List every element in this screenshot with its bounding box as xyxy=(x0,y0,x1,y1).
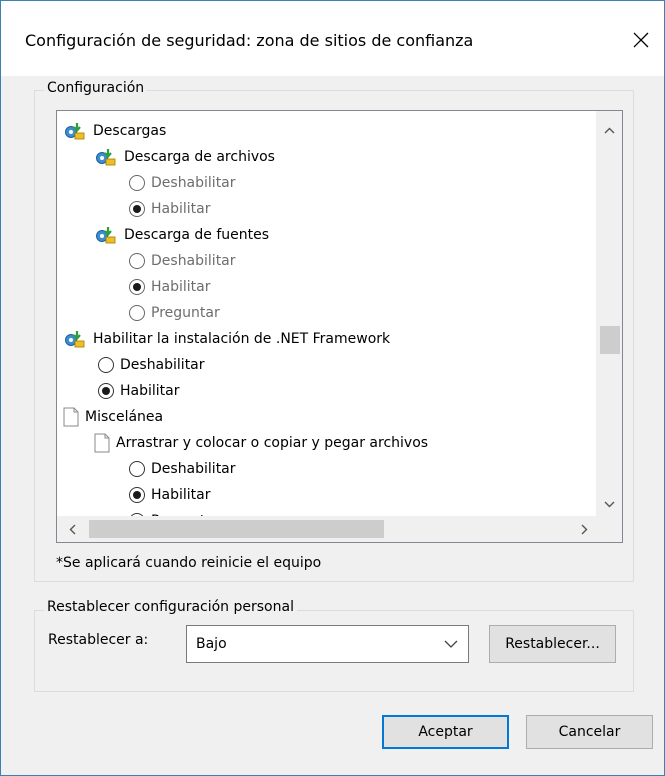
reset-button[interactable]: Restablecer... xyxy=(489,625,616,663)
radio-option[interactable]: Habilitar xyxy=(129,196,211,222)
radio-option[interactable]: Deshabilitar xyxy=(129,248,236,274)
tree-node: Descarga de archivos xyxy=(94,144,275,170)
radio-unchecked-icon[interactable] xyxy=(98,357,114,373)
tree-node-label: Deshabilitar xyxy=(120,357,205,373)
settings-list[interactable]: Descargas Descarga de archivos Deshabilita… xyxy=(56,110,623,543)
radio-checked-icon[interactable] xyxy=(129,201,145,217)
chevron-left-icon xyxy=(69,524,75,534)
close-button[interactable] xyxy=(618,19,664,61)
tree-node-label: Deshabilitar xyxy=(151,461,236,477)
horizontal-scroll-thumb[interactable] xyxy=(89,520,384,538)
radio-checked-icon[interactable] xyxy=(129,279,145,295)
cancel-button[interactable]: Cancelar xyxy=(526,715,653,749)
tree-node-label: Habilitar xyxy=(151,279,211,295)
vertical-scrollbar[interactable] xyxy=(596,111,622,517)
reset-to-label: Restablecer a: xyxy=(48,632,149,648)
tree-node-label: Habilitar la instalación de .NET Framewo… xyxy=(93,331,391,347)
tree-node-label: Arrastrar y colocar o copiar y pegar arc… xyxy=(116,435,429,451)
settings-gear-icon xyxy=(94,225,118,245)
close-icon xyxy=(633,32,649,48)
settings-group-legend: Configuración xyxy=(44,80,148,96)
tree-node-label: Preguntar xyxy=(151,305,220,321)
tree-node: Miscelánea xyxy=(63,404,163,430)
chevron-down-icon xyxy=(604,501,614,507)
radio-option[interactable]: Deshabilitar xyxy=(98,352,205,378)
radio-unchecked-icon[interactable] xyxy=(129,305,145,321)
tree-node-label: Descarga de archivos xyxy=(124,149,275,165)
tree-node: Arrastrar y colocar o copiar y pegar arc… xyxy=(94,430,428,456)
tree-node-label: Habilitar xyxy=(120,383,180,399)
radio-option[interactable]: Deshabilitar xyxy=(129,170,236,196)
page-icon xyxy=(94,433,110,453)
radio-unchecked-icon[interactable] xyxy=(129,461,145,477)
tree-node-label: Miscelánea xyxy=(85,409,164,425)
settings-tree: Descargas Descarga de archivos Deshabilita… xyxy=(57,111,597,517)
vertical-scroll-thumb[interactable] xyxy=(600,326,620,354)
horizontal-scrollbar[interactable] xyxy=(57,516,597,542)
tree-node-label: Deshabilitar xyxy=(151,175,236,191)
reset-group-legend: Restablecer configuración personal xyxy=(44,599,297,615)
tree-node-label: Habilitar xyxy=(151,201,211,217)
reset-level-value: Bajo xyxy=(196,636,227,652)
settings-gear-icon xyxy=(63,121,87,141)
scroll-up-arrow[interactable] xyxy=(596,117,622,143)
tree-node-label: Habilitar xyxy=(151,487,211,503)
radio-option[interactable]: Habilitar xyxy=(129,482,211,508)
chevron-up-icon xyxy=(604,127,614,133)
chevron-right-icon xyxy=(581,524,587,534)
radio-checked-icon[interactable] xyxy=(98,383,114,399)
radio-option[interactable]: Preguntar xyxy=(129,300,220,326)
radio-option[interactable]: Deshabilitar xyxy=(129,456,236,482)
restart-note: *Se aplicará cuando reinicie el equipo xyxy=(56,555,322,571)
settings-gear-icon xyxy=(94,147,118,167)
radio-unchecked-icon[interactable] xyxy=(129,253,145,269)
tree-node-label: Deshabilitar xyxy=(151,253,236,269)
reset-level-select[interactable]: Bajo xyxy=(186,625,469,663)
radio-checked-icon[interactable] xyxy=(129,487,145,503)
scroll-down-arrow[interactable] xyxy=(596,491,622,517)
radio-option[interactable]: Habilitar xyxy=(129,274,211,300)
settings-gear-icon xyxy=(63,329,87,349)
ok-button[interactable]: Aceptar xyxy=(382,715,509,749)
tree-node-label: Descargas xyxy=(93,123,167,139)
tree-node-label: Descarga de fuentes xyxy=(124,227,270,243)
window-title: Configuración de seguridad: zona de siti… xyxy=(25,31,474,50)
radio-unchecked-icon[interactable] xyxy=(129,175,145,191)
scroll-right-arrow[interactable] xyxy=(571,516,597,542)
security-settings-dialog: Configuración de seguridad: zona de siti… xyxy=(0,0,665,776)
scrollbar-corner xyxy=(596,516,622,542)
tree-node: Descarga de fuentes xyxy=(94,222,269,248)
chevron-down-icon xyxy=(444,640,458,648)
title-bar[interactable]: Configuración de seguridad: zona de siti… xyxy=(1,1,664,76)
scroll-left-arrow[interactable] xyxy=(59,516,85,542)
page-icon xyxy=(63,407,79,427)
tree-node: Habilitar la instalación de .NET Framewo… xyxy=(63,326,390,352)
tree-node: Descargas xyxy=(63,118,166,144)
radio-option[interactable]: Habilitar xyxy=(98,378,180,404)
